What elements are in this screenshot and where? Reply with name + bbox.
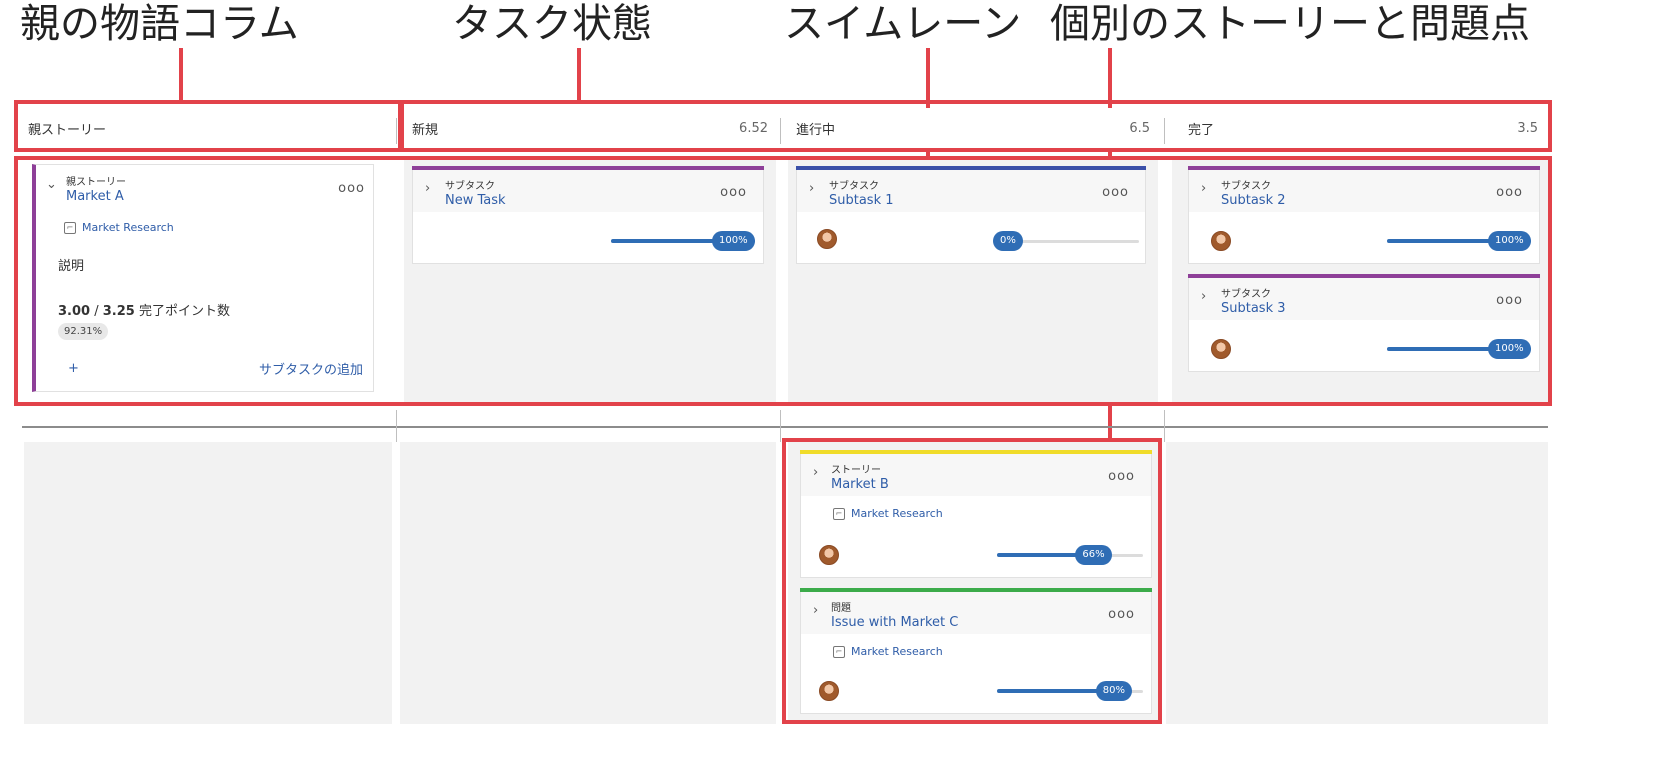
leader-parent-column [179,48,183,100]
highlight-task-state [400,100,1552,152]
lane-cell-parent [24,442,392,724]
highlight-swimlane [14,156,1552,406]
leader-task-state [577,48,581,100]
callout-swimlane: スイムレーン [784,1,1022,47]
lane-cell-new [400,442,776,724]
swimlane-divider[interactable] [22,426,1548,428]
highlight-stories-issues [782,438,1162,724]
callout-parent-column: 親の物語コラム [20,1,299,47]
lane-cell-done [1166,442,1548,724]
column-divider [396,410,397,442]
column-divider [1164,410,1165,442]
callout-task-state: タスク状態 [452,1,652,47]
highlight-parent-column [14,100,402,152]
callout-stories-issues: 個別のストーリーと問題点 [1050,1,1530,47]
column-divider [780,410,781,442]
